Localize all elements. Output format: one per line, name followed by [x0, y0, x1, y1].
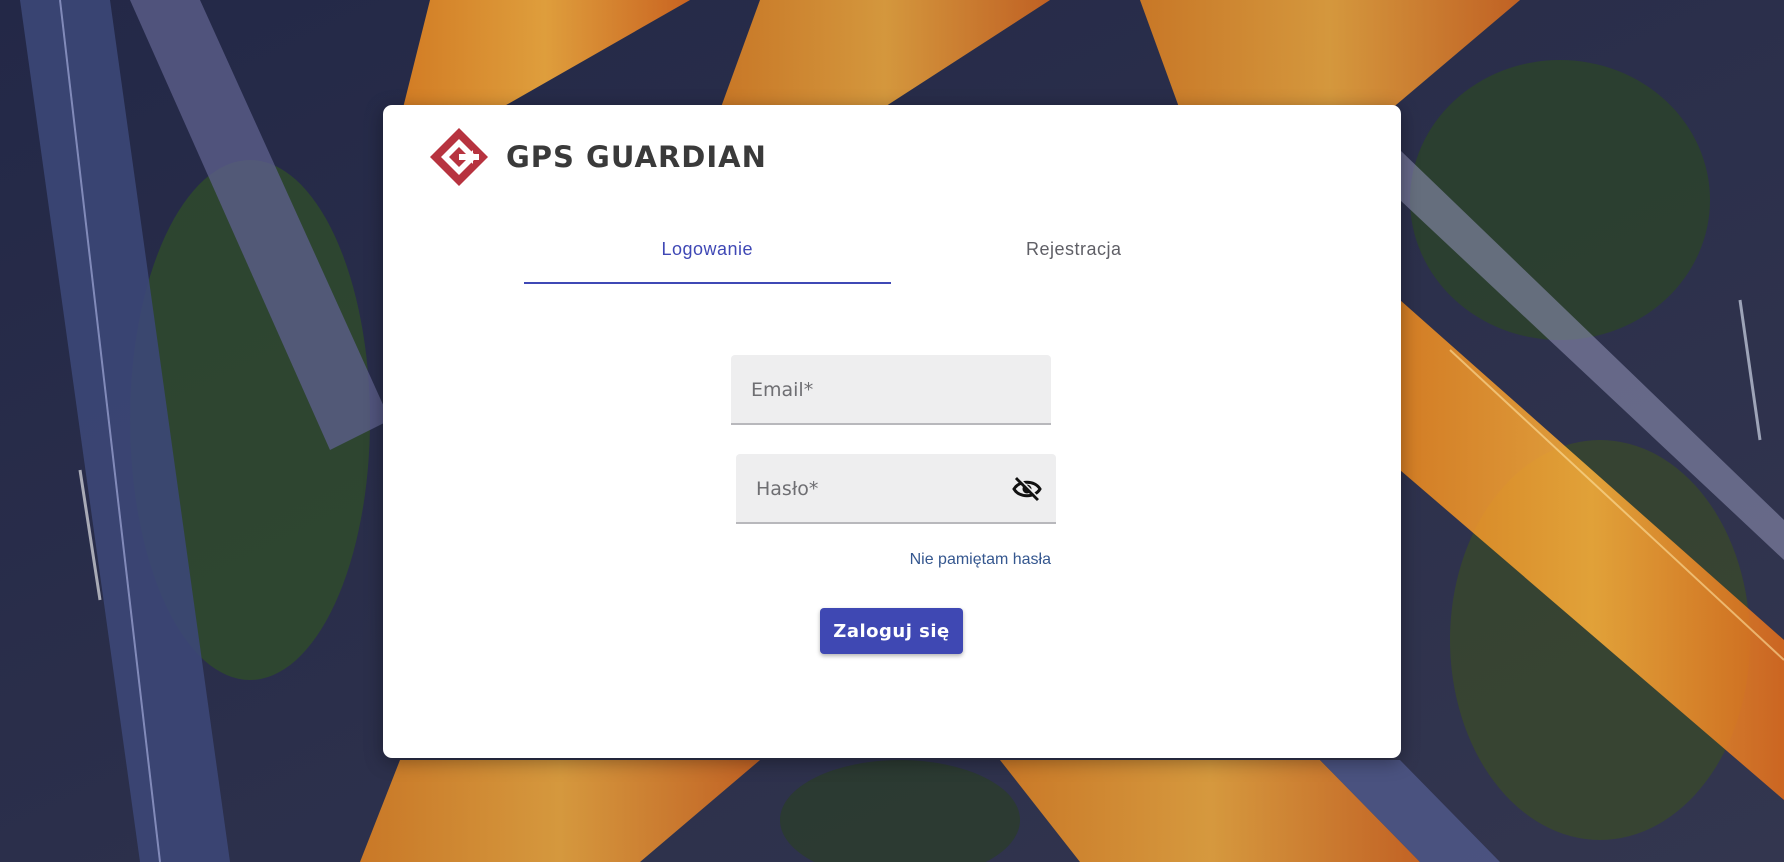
login-button[interactable]: Zaloguj się [820, 608, 963, 654]
login-card: GPS GUARDIAN Logowanie Rejestracja Nie p… [383, 105, 1401, 758]
password-field [736, 454, 1056, 524]
brand-logo: GPS GUARDIAN [428, 127, 767, 187]
tab-login[interactable]: Logowanie [524, 213, 891, 284]
tab-register[interactable]: Rejestracja [891, 213, 1258, 283]
forgot-password-link[interactable]: Nie pamiętam hasła [899, 551, 1051, 569]
email-field [731, 355, 1051, 425]
auth-tabs: Logowanie Rejestracja [524, 213, 1258, 284]
gps-guardian-logo-icon [430, 128, 488, 186]
password-input[interactable] [754, 454, 1008, 524]
email-input[interactable] [749, 355, 1003, 425]
brand-name: GPS GUARDIAN [506, 140, 767, 174]
eye-off-icon[interactable] [1012, 475, 1042, 503]
